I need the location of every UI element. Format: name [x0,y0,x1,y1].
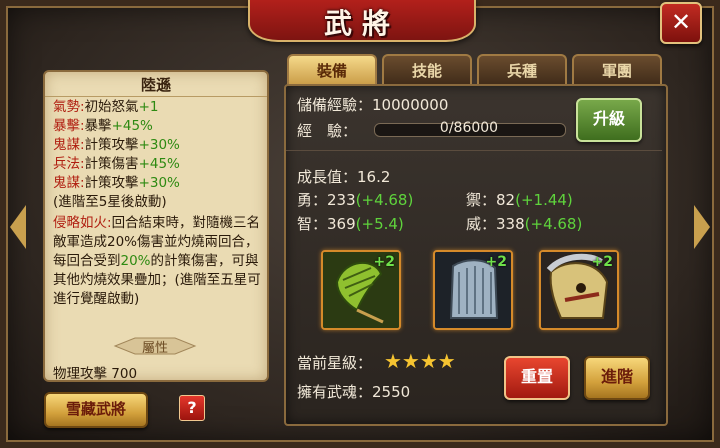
star-rating-icon: ★★★★ [384,349,456,373]
enhance-level: +2 [485,254,507,270]
tab-legion[interactable]: 軍團 [572,54,662,86]
growth-value: 16.2 [357,168,391,186]
skill-value: 暴擊 [84,118,112,134]
equipment-slot-weapon[interactable]: +2 [321,250,401,330]
upgrade-button[interactable]: 升級 [576,98,642,142]
stat-bonus: (+5.4) [355,215,404,233]
skill-label: 兵法: [53,156,85,172]
stat-label: 智： [297,215,328,233]
skill-line: 兵法:計策傷害+45% [53,155,263,174]
stat-value: 369 [327,215,356,233]
ability-name: 侵略如火: [53,215,112,231]
star-level-label: 當前星級： [297,354,373,372]
skill-bonus: +30% [138,175,180,191]
tab-skills[interactable]: 技能 [382,54,472,86]
attribute-header-label: 屬性 [141,341,168,356]
physical-attack-label: 物理攻擊 [53,366,107,382]
help-button[interactable]: ? [179,395,205,421]
skill-line: 氣勢:初始怒氣+1 [53,98,263,117]
reserve-exp-label: 儲備經驗： [297,96,373,114]
skill-value: 初始怒氣 [84,99,139,115]
divider [286,150,662,151]
skill-value: 計策傷害 [84,156,139,172]
stat-guard: 禦：82(+1.44) [466,189,573,210]
close-button[interactable]: ✕ [660,2,702,44]
skill-bonus: +45% [111,118,153,134]
skill-bonus: +45% [138,156,180,172]
soul-line: 擁有武魂：2550 [297,381,410,402]
soul-label: 擁有武魂： [297,383,373,401]
ability-percent: 20% [120,253,151,269]
physical-attack-value: 700 [111,366,138,382]
stat-value: 82 [496,191,516,209]
ability-description: 侵略如火:回合結束時，對隨機三名敵軍造成20%傷害並灼燒兩回合，每回合受到20%… [53,214,261,309]
enhance-level: +2 [591,254,613,270]
skill-line: 鬼謀:計策攻擊+30% [53,174,263,193]
stat-value: 338 [496,215,525,233]
stat-value: 233 [327,191,356,209]
skill-label: 鬼謀: [53,175,85,191]
skill-bonus: +1 [138,99,159,115]
hide-general-button[interactable]: 雪藏武將 [44,392,148,428]
skill-list: 氣勢:初始怒氣+1 暴擊:暴擊+45% 鬼謀:計策攻擊+30% 兵法:計策傷害+… [53,98,263,212]
growth-line: 成長值：16.2 [297,166,390,187]
skill-label: 暴擊: [53,118,85,134]
skill-bonus: +30% [138,137,180,153]
stat-label: 禦： [466,191,497,209]
enhance-level: +2 [373,254,395,270]
attribute-header: 屬性 [105,336,205,356]
advance-button[interactable]: 進階 [584,356,650,400]
page-title: 武將 [323,7,400,40]
stat-brave: 勇：233(+4.68) [297,189,413,210]
equipment-slot-armor[interactable]: +2 [433,250,513,330]
stat-label: 威： [466,215,497,233]
skill-line: 暴擊:暴擊+45% [53,117,263,136]
tab-equipment[interactable]: 裝備 [287,54,377,86]
stat-bonus: (+1.44) [515,191,573,209]
stat-might: 威：338(+4.68) [466,213,582,234]
equipment-slot-mount[interactable]: +2 [539,250,619,330]
reserve-exp-line: 儲備經驗：10000000 [297,94,448,115]
title-banner: 武將 [248,0,476,42]
reset-button[interactable]: 重置 [504,356,570,400]
skill-line: 鬼謀:計策攻擊+30% [53,136,263,155]
physical-attack-line: 物理攻擊 700 [53,362,138,382]
skill-value: 計策攻擊 [84,137,139,153]
next-hero-arrow-icon[interactable] [694,205,710,249]
stat-bonus: (+4.68) [524,215,583,233]
soul-value: 2550 [372,383,411,401]
growth-label: 成長值： [297,168,358,186]
stat-bonus: (+4.68) [355,191,414,209]
skill-value: 計策攻擊 [84,175,139,191]
tab-troop-type[interactable]: 兵種 [477,54,567,86]
skill-label: 氣勢: [53,99,85,115]
skill-note: (進階至5星後啟動) [53,194,167,210]
exp-label: 經 驗： [297,122,358,140]
hero-name: 陸遜 [45,74,267,97]
skill-label: 鬼謀: [53,137,85,153]
reserve-exp-value: 10000000 [372,96,449,114]
prev-hero-arrow-icon[interactable] [10,205,26,249]
stat-label: 勇： [297,191,328,209]
hero-info-panel: 陸遜 氣勢:初始怒氣+1 暴擊:暴擊+45% 鬼謀:計策攻擊+30% 兵法:計策… [43,70,269,382]
exp-value: 0/86000 [439,120,499,136]
stat-wisdom: 智：369(+5.4) [297,213,404,234]
